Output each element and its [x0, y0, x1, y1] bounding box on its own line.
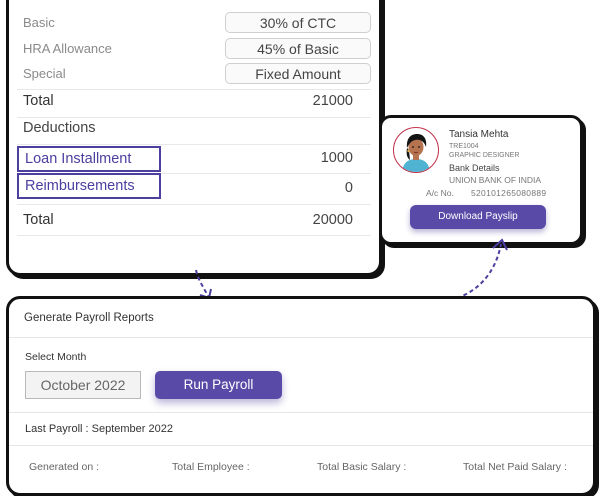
employee-role: GRAPHIC DESIGNER — [449, 152, 520, 159]
divider — [9, 445, 593, 446]
salary-row-basic: Basic 30% of CTC — [23, 9, 371, 35]
dashed-arrow-icon — [456, 238, 508, 299]
deduction-reimbursements[interactable]: Reimbursements — [17, 173, 161, 199]
woman-avatar-icon — [393, 127, 439, 173]
employee-id: TRE1004 — [449, 143, 479, 150]
bank-details-heading: Bank Details — [449, 163, 500, 173]
bank-name: UNION BANK OF INDIA — [449, 175, 542, 185]
salary-row-hra: HRA Allowance 45% of Basic — [23, 35, 371, 61]
summary-column-total-employee: Total Employee : — [172, 461, 250, 473]
payroll-report-card: Generate Payroll Reports Select Month Oc… — [6, 296, 596, 496]
summary-column-basic-salary: Total Basic Salary : — [317, 461, 407, 473]
deduction-loan-value: 1000 — [320, 150, 353, 166]
salary-row-special: Special Fixed Amount — [23, 60, 371, 86]
salary-row-label: HRA Allowance — [23, 41, 112, 56]
divider — [9, 412, 593, 413]
divider — [17, 235, 371, 236]
summary-column-net-paid-salary: Total Net Paid Salary : — [463, 461, 567, 473]
divider — [17, 204, 371, 205]
deductions-heading: Deductions — [23, 120, 96, 136]
divider — [17, 117, 371, 118]
divider — [17, 144, 371, 145]
gross-total-label: Total — [23, 93, 54, 109]
select-month-label: Select Month — [25, 351, 87, 363]
salary-row-value[interactable]: 45% of Basic — [225, 38, 371, 59]
last-payroll-text: Last Payroll : September 2022 — [25, 423, 173, 435]
divider — [9, 337, 593, 338]
salary-row-label: Special — [23, 66, 66, 81]
deduction-reimbursements-value: 0 — [344, 180, 353, 196]
salary-structure-card: Basic 30% of CTC HRA Allowance 45% of Ba… — [6, 0, 382, 276]
salary-row-value[interactable]: 30% of CTC — [225, 12, 371, 33]
employee-payslip-card: Tansia Mehta TRE1004 GRAPHIC DESIGNER Ba… — [379, 115, 583, 245]
salary-row-label: Basic — [23, 15, 55, 30]
month-select[interactable]: October 2022 — [25, 371, 141, 399]
net-total-label: Total — [23, 212, 54, 228]
gross-total-value: 21000 — [312, 93, 353, 109]
employee-name: Tansia Mehta — [449, 129, 509, 140]
divider — [17, 89, 371, 90]
salary-row-value[interactable]: Fixed Amount — [225, 63, 371, 84]
download-payslip-button[interactable]: Download Payslip — [410, 205, 546, 229]
account-number: 520101265080889 — [471, 188, 547, 198]
run-payroll-button[interactable]: Run Payroll — [155, 371, 282, 399]
net-total-value: 20000 — [312, 212, 353, 228]
summary-column-generated-on: Generated on : — [29, 461, 100, 473]
divider — [161, 173, 371, 174]
deduction-loan-installment[interactable]: Loan Installment — [17, 146, 161, 172]
account-number-label: A/c No. — [426, 188, 454, 198]
payroll-report-title: Generate Payroll Reports — [24, 312, 154, 324]
